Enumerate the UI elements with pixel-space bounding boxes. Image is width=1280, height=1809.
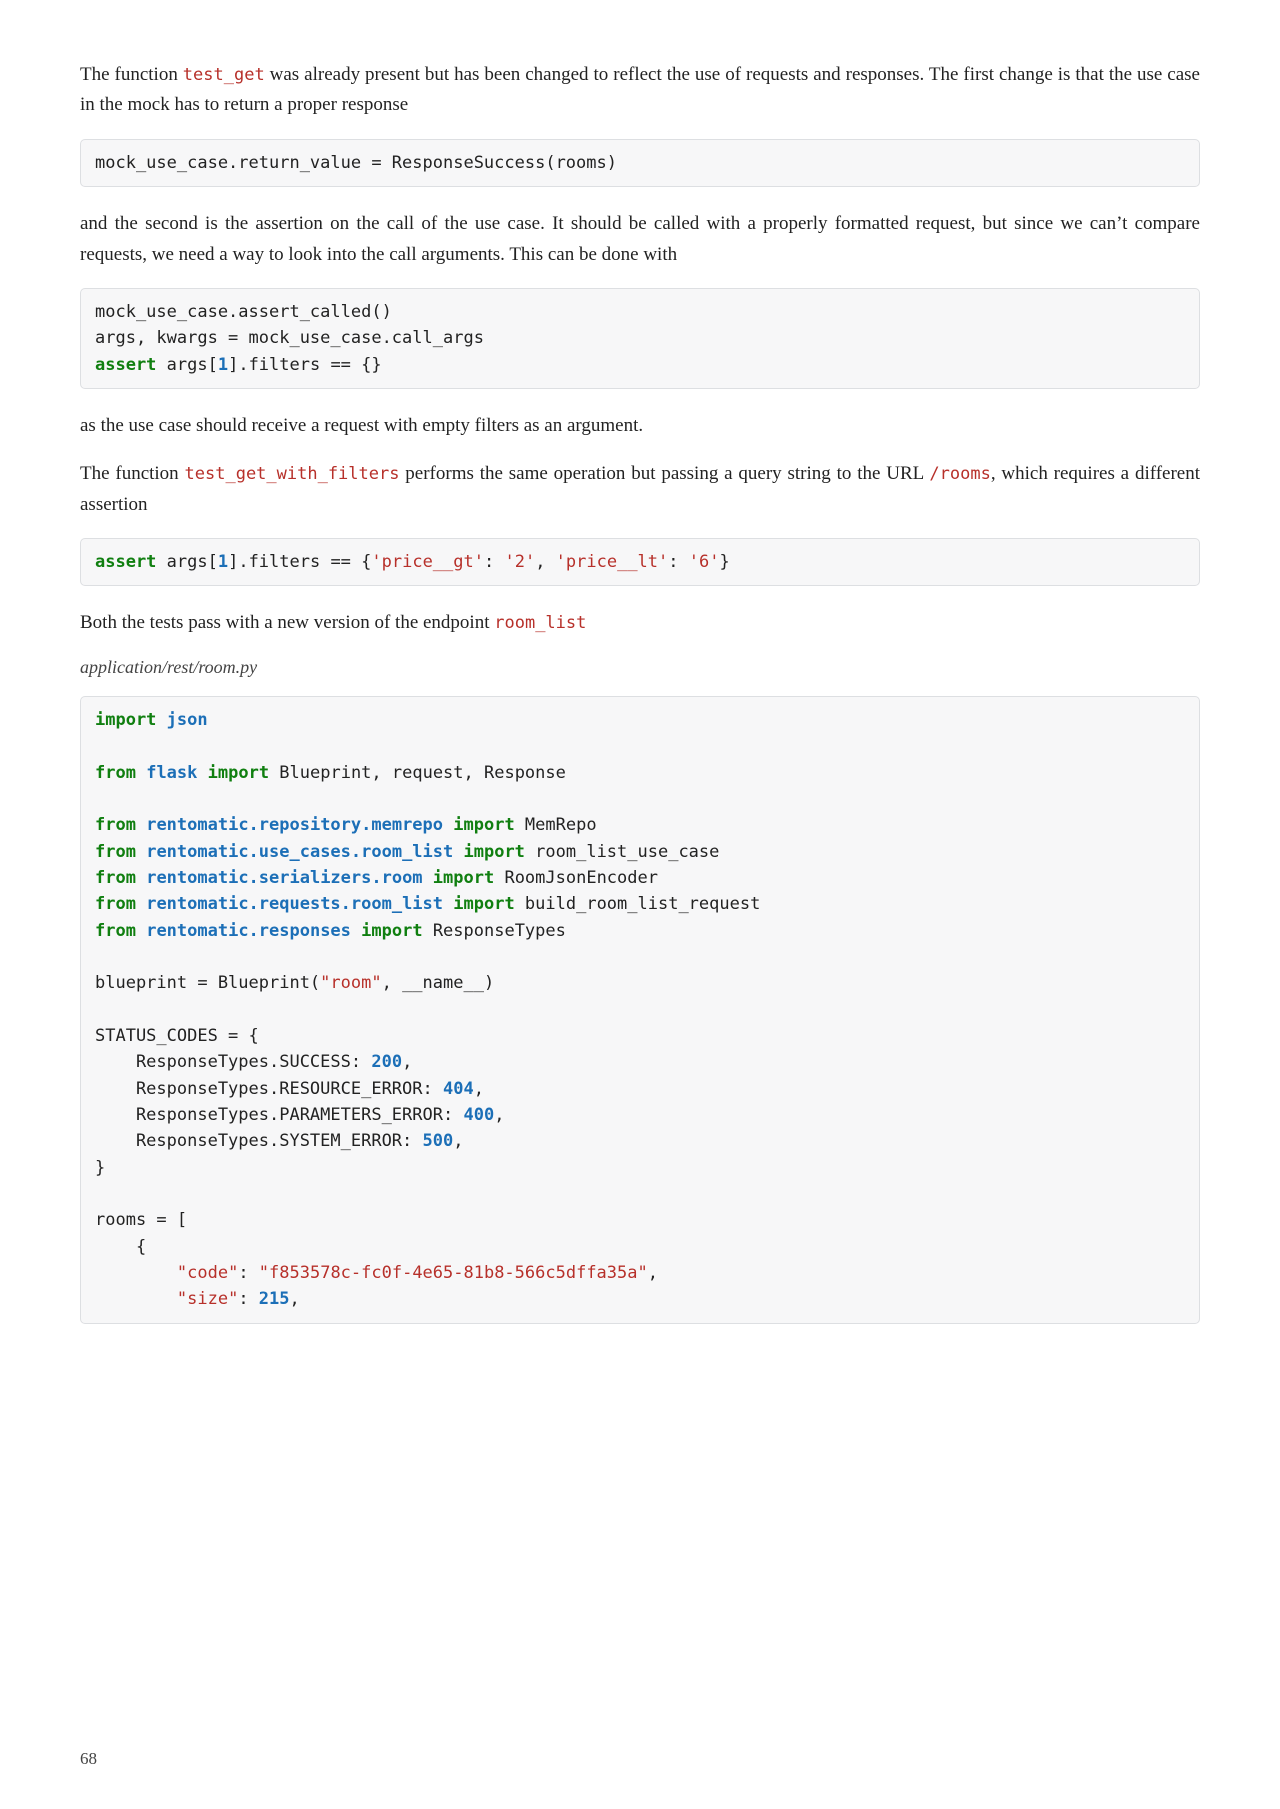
paragraph-5: Both the tests pass with a new version o… [80, 608, 1200, 638]
inline-code-rooms-url: /rooms [929, 464, 990, 484]
text: Both the tests pass with a new version o… [80, 612, 494, 633]
code-text: ResponseTypes [423, 921, 566, 941]
keyword-from: from [95, 842, 136, 862]
inline-code-test-get: test_get [183, 65, 265, 85]
module-name: rentomatic.use_cases.room_list [146, 842, 453, 862]
string-literal: "f853578c-fc0f-4e65-81b8-566c5dffa35a" [259, 1263, 648, 1283]
keyword-assert: assert [95, 355, 156, 375]
code-text: args[ [156, 355, 217, 375]
code-text: args[ [156, 552, 217, 572]
keyword-import: import [361, 921, 422, 941]
code-text: , __name__) [382, 973, 495, 993]
code-text: : [668, 552, 688, 572]
code-text: build_room_list_request [515, 894, 761, 914]
code-block-2: mock_use_case.assert_called() args, kwar… [80, 288, 1200, 389]
string-literal: "size" [177, 1289, 238, 1309]
keyword-import: import [453, 815, 514, 835]
keyword-from: from [95, 921, 136, 941]
keyword-from: from [95, 868, 136, 888]
code-text: ResponseTypes.PARAMETERS_ERROR: [95, 1105, 463, 1125]
inline-code-room-list: room_list [494, 613, 586, 633]
code-block-3: assert args[1].filters == {'price__gt': … [80, 538, 1200, 586]
code-text: , [494, 1105, 504, 1125]
code-text: : [238, 1289, 258, 1309]
keyword-from: from [95, 894, 136, 914]
module-name: rentomatic.requests.room_list [146, 894, 443, 914]
keyword-import: import [464, 842, 525, 862]
page-number: 68 [80, 1749, 97, 1769]
code-line: mock_use_case.return_value = ResponseSuc… [95, 153, 617, 173]
code-text: ResponseTypes.SUCCESS: [95, 1052, 371, 1072]
code-text: STATUS_CODES = { [95, 1026, 259, 1046]
code-text: ResponseTypes.SYSTEM_ERROR: [95, 1131, 423, 1151]
keyword-from: from [95, 763, 136, 783]
module-name: rentomatic.repository.memrepo [146, 815, 443, 835]
code-text: , [648, 1263, 658, 1283]
code-text: rooms = [ [95, 1210, 187, 1230]
module-name: json [167, 710, 208, 730]
code-text: ].filters == { [228, 552, 371, 572]
code-text: , [402, 1052, 412, 1072]
number-literal: 215 [259, 1289, 290, 1309]
keyword-from: from [95, 815, 136, 835]
code-text: MemRepo [515, 815, 597, 835]
string-literal: '6' [689, 552, 720, 572]
code-text: , [290, 1289, 300, 1309]
code-text: : [238, 1263, 258, 1283]
keyword-assert: assert [95, 552, 156, 572]
text: The function [80, 64, 183, 85]
code-line: mock_use_case.assert_called() [95, 302, 392, 322]
code-text: ].filters == {} [228, 355, 382, 375]
code-line: args, kwargs = mock_use_case.call_args [95, 328, 484, 348]
code-text: , [535, 552, 555, 572]
code-text: RoomJsonEncoder [494, 868, 658, 888]
code-text [95, 1289, 177, 1309]
code-block-4: import json from flask import Blueprint,… [80, 696, 1200, 1324]
code-text: ResponseTypes.RESOURCE_ERROR: [95, 1079, 443, 1099]
string-literal: "code" [177, 1263, 238, 1283]
code-text: , [453, 1131, 463, 1151]
code-text: { [95, 1237, 146, 1257]
code-text: } [95, 1158, 105, 1178]
module-name: rentomatic.responses [146, 921, 351, 941]
keyword-import: import [433, 868, 494, 888]
keyword-import: import [453, 894, 514, 914]
string-literal: 'price__gt' [371, 552, 484, 572]
number-literal: 1 [218, 552, 228, 572]
paragraph-2: and the second is the assertion on the c… [80, 209, 1200, 270]
string-literal: 'price__lt' [556, 552, 669, 572]
code-text: blueprint = Blueprint( [95, 973, 320, 993]
paragraph-3: as the use case should receive a request… [80, 411, 1200, 441]
module-name: rentomatic.serializers.room [146, 868, 422, 888]
filename-label: application/rest/room.py [80, 657, 1200, 678]
code-text: : [484, 552, 504, 572]
code-text: room_list_use_case [525, 842, 719, 862]
number-literal: 200 [371, 1052, 402, 1072]
module-name: flask [146, 763, 197, 783]
keyword-import: import [95, 710, 156, 730]
code-text: Blueprint, request, Response [269, 763, 566, 783]
string-literal: "room" [320, 973, 381, 993]
paragraph-1: The function test_get was already presen… [80, 60, 1200, 121]
number-literal: 400 [463, 1105, 494, 1125]
code-text: } [719, 552, 729, 572]
number-literal: 404 [443, 1079, 474, 1099]
code-text [95, 1263, 177, 1283]
number-literal: 1 [218, 355, 228, 375]
code-text: , [474, 1079, 484, 1099]
text: The function [80, 463, 185, 484]
code-block-1: mock_use_case.return_value = ResponseSuc… [80, 139, 1200, 187]
inline-code-test-get-with-filters: test_get_with_filters [185, 464, 400, 484]
string-literal: '2' [504, 552, 535, 572]
keyword-import: import [208, 763, 269, 783]
number-literal: 500 [423, 1131, 454, 1151]
paragraph-4: The function test_get_with_filters perfo… [80, 459, 1200, 520]
text: performs the same operation but passing … [399, 463, 929, 484]
